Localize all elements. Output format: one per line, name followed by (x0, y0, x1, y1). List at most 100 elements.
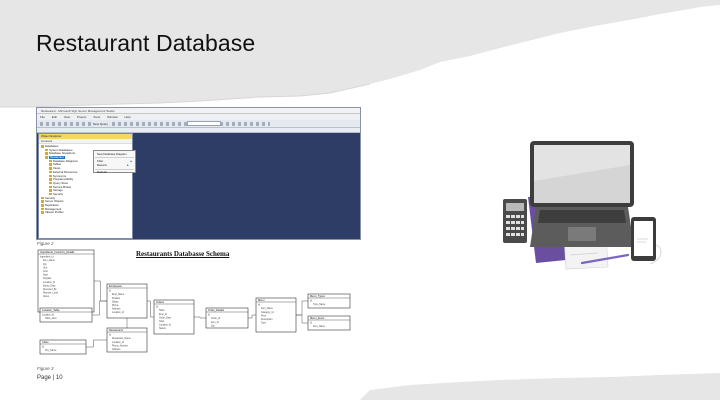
folder-icon (41, 145, 44, 148)
schema-field: Emp_Id (159, 314, 168, 316)
folder-icon (49, 159, 52, 163)
context-item-refresh[interactable]: Refresh (95, 170, 134, 175)
schema-table-name: Location_Table (42, 308, 60, 312)
context-item-new-database-diagram[interactable]: New Database Diagram (95, 152, 134, 157)
tree-item-label: Synonyms (53, 174, 67, 178)
schema-field: Item_Id (211, 321, 219, 324)
schema-field: Order_Date (159, 316, 172, 319)
ssms-screenshot: Restaurant - Microsoft SQL Server Manage… (36, 107, 361, 240)
schema-field: Supplier (43, 277, 52, 280)
schema-field: Unit (43, 266, 47, 269)
toolbar-icons (40, 122, 270, 126)
tree-item-label: Databases (45, 145, 59, 148)
menu-window[interactable]: Window (107, 115, 118, 119)
schema-table: MenuIdItem_NameCategory_IdPriceDescripti… (255, 297, 297, 333)
folder-icon (49, 170, 52, 174)
folder-icon (49, 181, 52, 185)
schema-field: Table (159, 310, 165, 312)
tree-item-label: System Databases (49, 148, 73, 152)
tree-item[interactable]: XEvent Profiler (39, 211, 132, 215)
schema-table: Menu_ItemsIdItem_Name (307, 315, 351, 331)
schema-table-name: Menu (258, 298, 265, 302)
folder-icon (45, 152, 48, 155)
menu-file[interactable]: File (40, 115, 45, 119)
tree-item-label: Management (45, 207, 62, 211)
schema-field: City_Name (45, 349, 57, 352)
figure-3-caption: Figure 3 (37, 366, 54, 371)
tree-item-label: Security (45, 196, 56, 200)
folder-icon (41, 196, 44, 200)
schema-table: EmployeesIdEmp_NamePositionSalaryPhoneAd… (106, 283, 148, 319)
schema-table-name: Employees (109, 284, 123, 288)
relationship-line (296, 314, 308, 324)
schema-diagram: Ingredients_Inventory_Details Ingredient_… (37, 249, 351, 355)
submenu-arrow-icon: ▸ (130, 158, 132, 163)
context-menu: New Database Diagram Filter ▸ Reports ▸ Re… (93, 150, 136, 175)
folder-icon (49, 192, 52, 196)
schema-table-name: Menu_Items (310, 316, 325, 320)
tree-item-label: Storage (53, 189, 63, 193)
page-number: Page | 10 (37, 375, 63, 381)
schema-field: Table_Num (45, 318, 57, 320)
schema-table: OrdersIdTableEmp_IdOrder_DateTotalLocati… (153, 299, 195, 335)
schema-field: Salary (112, 300, 119, 303)
schema-field: Location_Id (43, 281, 56, 284)
schema-field: Notes (43, 295, 50, 298)
database-combo[interactable] (187, 121, 221, 126)
object-explorer: Object Explorer Connect Databases System … (38, 133, 133, 239)
schema-table-name: Cities (42, 340, 49, 344)
schema-table: Location_Table Location_IdTable_Num (39, 307, 93, 323)
relationship-line (248, 314, 256, 319)
schema-field: Location_Id (159, 324, 172, 327)
tree-item-label: XEvent Profiler (45, 211, 64, 215)
tree-item-label: Replication (45, 204, 59, 207)
ssms-toolbar: New Query (37, 120, 360, 128)
new-query-button[interactable]: New Query (91, 121, 111, 127)
tree-item-label: Views (53, 167, 61, 171)
context-item-reports[interactable]: Reports ▸ (95, 163, 134, 168)
schema-field: Reorder_Level (43, 292, 59, 295)
tree-item-label: Programmability (53, 178, 74, 182)
folder-icon (45, 156, 48, 159)
menu-edit[interactable]: Edit (52, 115, 57, 119)
schema-field: Type (261, 323, 267, 325)
schema-field: Emp_Name (112, 294, 125, 296)
folder-icon (49, 167, 52, 170)
folder-icon (49, 174, 52, 178)
schema-field: Type_Name (313, 304, 326, 306)
slide-title: Restaurant Database (36, 30, 256, 56)
folder-icon (41, 200, 44, 203)
schema-field: Description (261, 318, 273, 321)
schema-field: Price (261, 314, 267, 317)
schema-table: CitiesIdCity_Name (39, 339, 87, 355)
schema-field: Total (159, 320, 164, 323)
schema-field: Category_Id (261, 311, 274, 314)
menu-tools[interactable]: Tools (93, 115, 100, 119)
schema-table-name: Ingredients_Inventory_Details (40, 250, 75, 254)
relationship-line (296, 300, 308, 316)
folder-icon (49, 189, 52, 192)
relationship-line (94, 280, 107, 302)
schema-table: Menu_TypesIdType_Name (307, 293, 351, 309)
schema-table: Ingredients_Inventory_Details Ingredient_… (37, 249, 95, 313)
schema-field: Location_Id (112, 341, 125, 344)
schema-field: Expiry_Date (43, 284, 56, 287)
schema-field: Ingredient_Id (40, 256, 54, 259)
laptop-illustration (503, 141, 662, 270)
menu-project[interactable]: Project (77, 115, 86, 119)
schema-field: Location_Id (42, 314, 55, 317)
schema-table: RestaurantsIdRestaurant_NameLocation_IdP… (106, 327, 148, 353)
schema-field: Order_Id (211, 317, 221, 320)
schema-field: Received_By (43, 289, 57, 291)
tree-item-label: Security (53, 192, 64, 196)
menu-view[interactable]: View (64, 115, 70, 119)
submenu-arrow-icon: ▸ (127, 163, 129, 168)
schema-table-name: Order_Details (208, 308, 225, 312)
calculator-icon (503, 199, 527, 243)
menu-help[interactable]: Help (125, 115, 131, 119)
schema-field: Phone (112, 305, 119, 307)
laptop-icon (530, 141, 634, 247)
schema-field: Item_Name (43, 259, 56, 262)
schema-table-name: Menu_Types (310, 294, 326, 298)
folder-icon (49, 178, 52, 181)
